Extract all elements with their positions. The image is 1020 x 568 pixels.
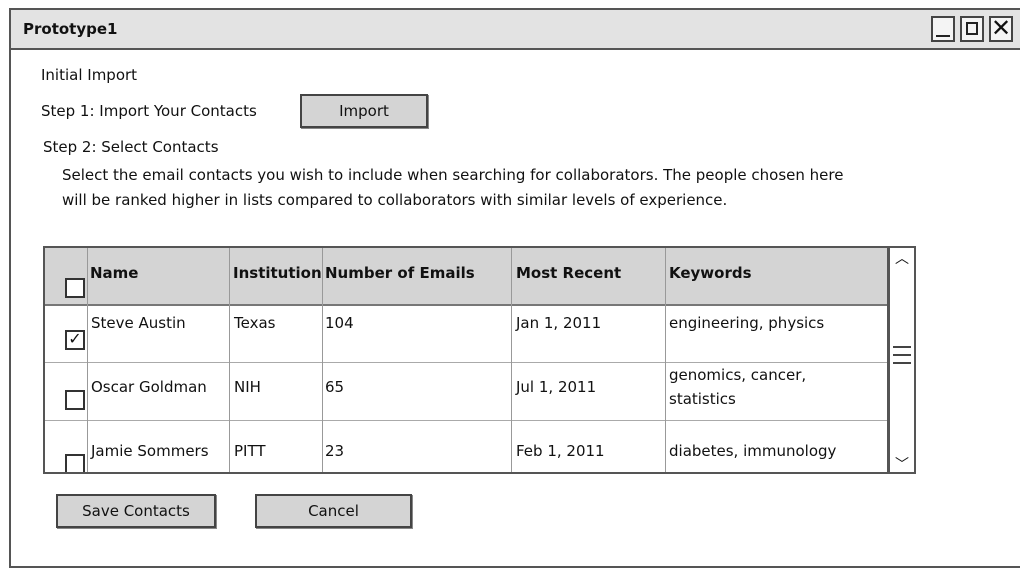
cell-institution: Texas: [234, 314, 276, 332]
cell-name: Steve Austin: [91, 314, 186, 332]
step1-label: Step 1: Import Your Contacts: [41, 102, 257, 120]
section-heading: Initial Import: [41, 66, 138, 84]
cell-name: Oscar Goldman: [91, 378, 207, 396]
save-contacts-button[interactable]: Save Contacts: [56, 494, 216, 528]
column-divider: [665, 248, 666, 472]
header-keywords[interactable]: Keywords: [669, 264, 752, 282]
close-button[interactable]: ✕: [989, 14, 1013, 42]
header-most-recent[interactable]: Most Recent: [516, 264, 621, 282]
scroll-thumb-grip[interactable]: [893, 346, 911, 348]
scroll-up-icon[interactable]: ︿: [890, 248, 914, 268]
select-all-checkbox[interactable]: [65, 278, 85, 298]
table-row[interactable]: Oscar Goldman NIH 65 Jul 1, 2011 genomic…: [45, 362, 887, 421]
cell-keywords-line2: statistics: [669, 390, 736, 408]
scroll-thumb-grip[interactable]: [893, 354, 911, 356]
title-bar: Prototype1 ✕: [11, 10, 1020, 50]
cell-most-recent: Jul 1, 2011: [516, 378, 597, 396]
cell-institution: NIH: [234, 378, 261, 396]
import-button[interactable]: Import: [300, 94, 428, 128]
contacts-table: Name Institution Number of Emails Most R…: [43, 246, 889, 474]
cell-name: Jamie Sommers: [91, 442, 209, 460]
table-header: Name Institution Number of Emails Most R…: [45, 248, 887, 306]
cell-emails: 104: [325, 314, 354, 332]
maximize-button[interactable]: [960, 16, 984, 42]
cell-keywords: genomics, cancer,: [669, 366, 807, 384]
step2-label: Step 2: Select Contacts: [43, 138, 219, 156]
row-checkbox[interactable]: [65, 390, 85, 410]
description-line-2: will be ranked higher in lists compared …: [62, 191, 728, 209]
maximize-icon: [966, 22, 978, 35]
cancel-button[interactable]: Cancel: [255, 494, 412, 528]
header-emails[interactable]: Number of Emails: [325, 264, 475, 282]
cell-most-recent: Feb 1, 2011: [516, 442, 605, 460]
cell-emails: 65: [325, 378, 345, 396]
column-divider: [322, 248, 323, 472]
close-icon: ✕: [991, 14, 1012, 42]
scroll-down-icon[interactable]: ﹀: [890, 454, 914, 474]
cell-institution: PITT: [234, 442, 266, 460]
row-checkbox[interactable]: [65, 454, 85, 472]
scroll-thumb-grip[interactable]: [893, 362, 911, 364]
column-divider: [511, 248, 512, 472]
cell-keywords: diabetes, immunology: [669, 442, 837, 460]
row-checkbox[interactable]: ✓: [65, 330, 85, 350]
header-institution[interactable]: Institution: [233, 264, 321, 282]
minimize-icon: [936, 35, 950, 37]
cell-most-recent: Jan 1, 2011: [516, 314, 602, 332]
cell-emails: 23: [325, 442, 345, 460]
cell-keywords: engineering, physics: [669, 314, 825, 332]
table-row[interactable]: Jamie Sommers PITT 23 Feb 1, 2011 diabet…: [45, 420, 887, 472]
table-row[interactable]: ✓ Steve Austin Texas 104 Jan 1, 2011 eng…: [45, 304, 887, 363]
minimize-button[interactable]: [931, 16, 955, 42]
column-divider: [229, 248, 230, 472]
window-title: Prototype1: [23, 20, 118, 38]
description-line-1: Select the email contacts you wish to in…: [62, 166, 844, 184]
header-name[interactable]: Name: [90, 264, 138, 282]
table-scrollbar[interactable]: ︿ ﹀: [888, 246, 916, 474]
column-divider: [87, 248, 88, 472]
